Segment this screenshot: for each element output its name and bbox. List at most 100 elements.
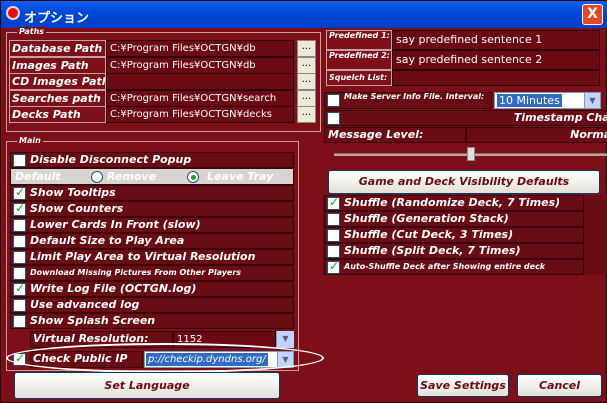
radio-default-label: Default [15, 170, 61, 183]
main-check-1-label: Show Counters [30, 202, 124, 215]
shuffle-0-checkbox[interactable] [327, 196, 340, 210]
main-check-6-checkbox[interactable] [13, 282, 26, 296]
cd-images-path-browse-button[interactable]: ... [297, 73, 316, 90]
disable-popup-row[interactable]: Disable Disconnect Popup [10, 152, 294, 168]
main-check-row-4[interactable]: Limit Play Area to Virtual Resolution [10, 249, 294, 265]
radio-remove-label: Remove [107, 170, 157, 183]
main-check-row-8[interactable]: Show Splash Screen [10, 313, 294, 329]
title-bar[interactable]: オプション X [1, 1, 607, 28]
shuffle-row-2[interactable]: Shuffle (Cut Deck, 3 Times) [324, 227, 584, 243]
interval-dropdown[interactable]: 10 Minutes ▼ [494, 92, 601, 109]
decks-path-label: Decks Path [9, 106, 106, 123]
main-check-4-label: Limit Play Area to Virtual Resolution [30, 250, 256, 263]
shuffle-1-label: Shuffle (Generation Stack) [344, 212, 509, 225]
main-check-row-0[interactable]: Show Tooltips [10, 185, 294, 201]
searches-path-field[interactable]: C:¥Program Files¥OCTGN¥search [106, 90, 294, 107]
disable-popup-label: Disable Disconnect Popup [30, 153, 192, 166]
tray-radio-group: Default Remove Leave Tray [10, 168, 294, 185]
main-check-0-checkbox[interactable] [13, 186, 26, 200]
predefined-2-field[interactable]: say predefined sentence 2 [392, 50, 600, 70]
main-check-row-5[interactable]: Download Missing Pictures From Other Pla… [10, 265, 294, 281]
shuffle-3-checkbox[interactable] [327, 245, 340, 258]
main-check-row-1[interactable]: Show Counters [10, 201, 294, 217]
timestamp-chat-row[interactable]: Timestamp Chat [324, 110, 607, 126]
make-server-info-row[interactable]: Make Server Info File. Interval: [324, 92, 492, 109]
window-title: オプション [24, 11, 90, 26]
predefined-1-label: Predefined 1: [326, 30, 392, 50]
main-check-5-checkbox[interactable] [13, 267, 26, 280]
main-check-4-checkbox[interactable] [13, 251, 26, 264]
message-level-label: Message Level: [328, 128, 424, 141]
shuffle-row-4[interactable]: Auto-Shuffle Deck after Showing entire d… [324, 259, 584, 275]
radio-leave-tray[interactable] [187, 171, 199, 183]
radio-remove[interactable] [91, 171, 103, 183]
searches-path-browse-button[interactable]: ... [297, 90, 316, 107]
options-window: オプション X Paths Database Path C:¥Program F… [0, 0, 607, 403]
set-language-button[interactable]: Set Language [14, 372, 280, 399]
main-check-1-checkbox[interactable] [13, 202, 26, 216]
paths-group-label: Paths [17, 27, 47, 36]
timestamp-chat-label: Timestamp Chat [513, 111, 607, 124]
disable-popup-checkbox[interactable] [13, 154, 26, 167]
main-check-0-label: Show Tooltips [30, 186, 116, 199]
squelch-list-label: Squelch List: [326, 70, 392, 86]
highlight-oval [6, 343, 324, 373]
main-check-7-label: Use advanced log [30, 298, 140, 311]
cd-images-path-field[interactable] [106, 73, 294, 90]
timestamp-chat-checkbox[interactable] [327, 112, 340, 125]
interval-value: 10 Minutes [497, 94, 562, 107]
make-server-info-label: Make Server Info File. Interval: [344, 92, 485, 101]
save-settings-button[interactable]: Save Settings [417, 374, 509, 397]
decks-path-field[interactable]: C:¥Program Files¥OCTGN¥decks [106, 106, 294, 123]
close-button[interactable]: X [582, 4, 603, 25]
radio-leave-label: Leave Tray [207, 170, 274, 183]
main-check-row-3[interactable]: Default Size to Play Area [10, 233, 294, 249]
shuffle-1-checkbox[interactable] [327, 213, 340, 226]
shuffle-4-checkbox[interactable] [327, 260, 340, 274]
make-server-info-checkbox[interactable] [327, 94, 340, 107]
shuffle-0-label: Shuffle (Randomize Deck, 7 Times) [344, 196, 561, 209]
app-icon [6, 6, 20, 20]
predefined-2-label: Predefined 2: [326, 50, 392, 70]
virtual-resolution-dropdown[interactable]: ▼ [276, 331, 294, 348]
predefined-1-field[interactable]: say predefined sentence 1 [392, 30, 600, 50]
main-check-6-label: Write Log File (OCTGN.log) [30, 282, 197, 295]
shuffle-4-label: Auto-Shuffle Deck after Showing entire d… [344, 262, 546, 271]
main-check-row-2[interactable]: Lower Cards In Front (slow) [10, 217, 294, 233]
message-level-value-row[interactable]: Normal [466, 127, 607, 143]
game-deck-visibility-button[interactable]: Game and Deck Visibility Defaults [328, 170, 600, 194]
main-check-row-6[interactable]: Write Log File (OCTGN.log) [10, 281, 294, 297]
searches-path-label: Searches path [9, 90, 106, 107]
main-check-2-checkbox[interactable] [13, 219, 26, 232]
database-path-field[interactable]: C:¥Program Files¥OCTGN¥db [106, 40, 294, 57]
shuffle-row-1[interactable]: Shuffle (Generation Stack) [324, 211, 584, 227]
slider-thumb[interactable] [467, 147, 475, 161]
main-check-8-checkbox[interactable] [13, 315, 26, 328]
chevron-down-icon[interactable]: ▼ [584, 93, 600, 108]
shuffle-2-label: Shuffle (Cut Deck, 3 Times) [344, 228, 514, 241]
message-level-label-row: Message Level: [324, 127, 466, 143]
chevron-down-icon[interactable]: ▼ [276, 331, 294, 348]
main-check-row-7[interactable]: Use advanced log [10, 297, 294, 313]
cd-images-path-label: CD Images Path [9, 73, 106, 90]
cancel-button[interactable]: Cancel [517, 374, 602, 397]
message-level-value: Normal [570, 128, 607, 141]
main-check-3-label: Default Size to Play Area [30, 234, 185, 247]
main-check-7-checkbox[interactable] [13, 299, 26, 312]
main-check-5-label: Download Missing Pictures From Other Pla… [30, 268, 242, 277]
database-path-label: Database Path [9, 40, 106, 57]
images-path-label: Images Path [9, 57, 106, 74]
shuffle-3-label: Shuffle (Split Deck, 7 Times) [344, 244, 521, 257]
images-path-field[interactable]: C:¥Program Files¥OCTGN¥db [106, 57, 294, 74]
database-path-browse-button[interactable]: ... [297, 40, 316, 57]
main-group-label: Main [17, 136, 43, 145]
shuffle-2-checkbox[interactable] [327, 229, 340, 242]
message-level-slider[interactable] [326, 145, 607, 167]
main-check-3-checkbox[interactable] [13, 235, 26, 248]
decks-path-browse-button[interactable]: ... [297, 106, 316, 123]
images-path-browse-button[interactable]: ... [297, 57, 316, 74]
main-check-2-label: Lower Cards In Front (slow) [30, 218, 201, 231]
shuffle-row-0[interactable]: Shuffle (Randomize Deck, 7 Times) [324, 195, 584, 211]
squelch-list-field[interactable] [392, 70, 600, 86]
shuffle-row-3[interactable]: Shuffle (Split Deck, 7 Times) [324, 243, 584, 259]
